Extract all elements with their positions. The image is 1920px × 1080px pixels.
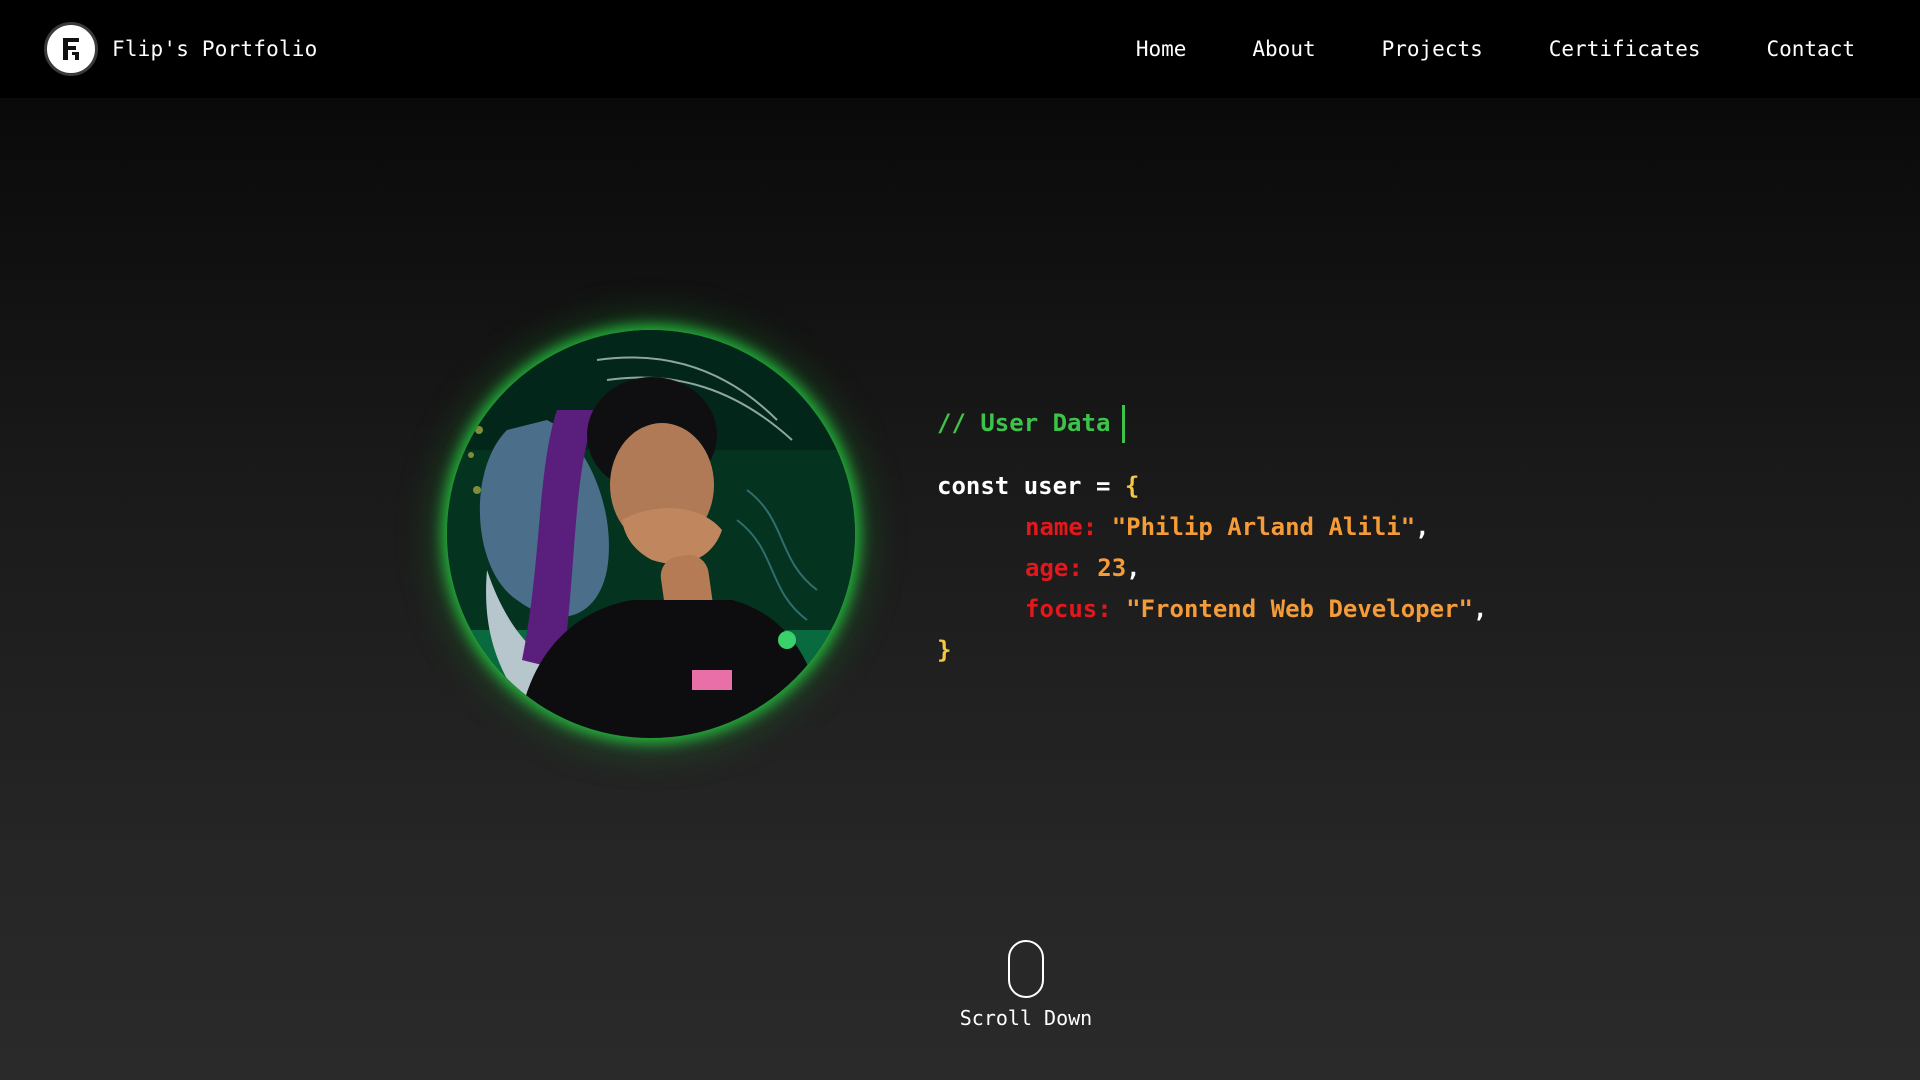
scroll-down-label: Scroll Down <box>959 1006 1093 1030</box>
mouse-scroll-icon <box>1008 940 1044 998</box>
typing-cursor <box>1122 404 1126 443</box>
field-separator: , <box>1126 554 1141 582</box>
nav-menu: Home About Projects Certificates Contact <box>1070 37 1855 61</box>
field-value: "Philip Arland Alili" <box>1111 513 1416 541</box>
fp-monogram-icon <box>44 22 98 76</box>
nav-link-projects[interactable]: Projects <box>1382 37 1483 61</box>
nav-link-contact[interactable]: Contact <box>1766 37 1855 61</box>
code-field-age: age: 23, <box>937 548 1487 589</box>
code-declaration: const user = { <box>937 466 1487 507</box>
field-key: name: <box>1025 513 1098 541</box>
field-value: 23 <box>1097 554 1127 582</box>
scroll-down-button[interactable]: Scroll Down <box>958 940 1094 1030</box>
code-close-brace: } <box>937 636 952 664</box>
field-key: age: <box>1025 554 1083 582</box>
code-field-focus: focus: "Frontend Web Developer", <box>937 589 1487 630</box>
brand-link[interactable]: Flip's Portfolio <box>44 22 318 76</box>
code-comment: // User Data <box>937 403 1487 444</box>
code-comment-text: // User Data <box>937 409 1111 437</box>
code-open-brace: { <box>1124 472 1140 500</box>
profile-photo <box>447 330 855 738</box>
field-separator: , <box>1415 513 1430 541</box>
code-equals: = <box>1095 472 1111 500</box>
field-separator: , <box>1472 595 1488 623</box>
nav-link-home[interactable]: Home <box>1136 37 1187 61</box>
code-keyword: const <box>937 472 1010 500</box>
field-value: "Frontend Web Developer" <box>1126 595 1473 623</box>
code-field-name: name: "Philip Arland Alili", <box>937 507 1487 548</box>
code-variable: user <box>1023 472 1082 500</box>
code-block: // User Data const user = { name: "Phili… <box>937 403 1487 671</box>
nav-link-certificates[interactable]: Certificates <box>1549 37 1701 61</box>
field-key: focus: <box>1025 595 1112 623</box>
nav-link-about[interactable]: About <box>1252 37 1315 61</box>
brand-name: Flip's Portfolio <box>112 37 318 61</box>
navbar: Flip's Portfolio Home About Projects Cer… <box>0 0 1920 98</box>
hero-section: // User Data const user = { name: "Phili… <box>0 98 1920 1080</box>
